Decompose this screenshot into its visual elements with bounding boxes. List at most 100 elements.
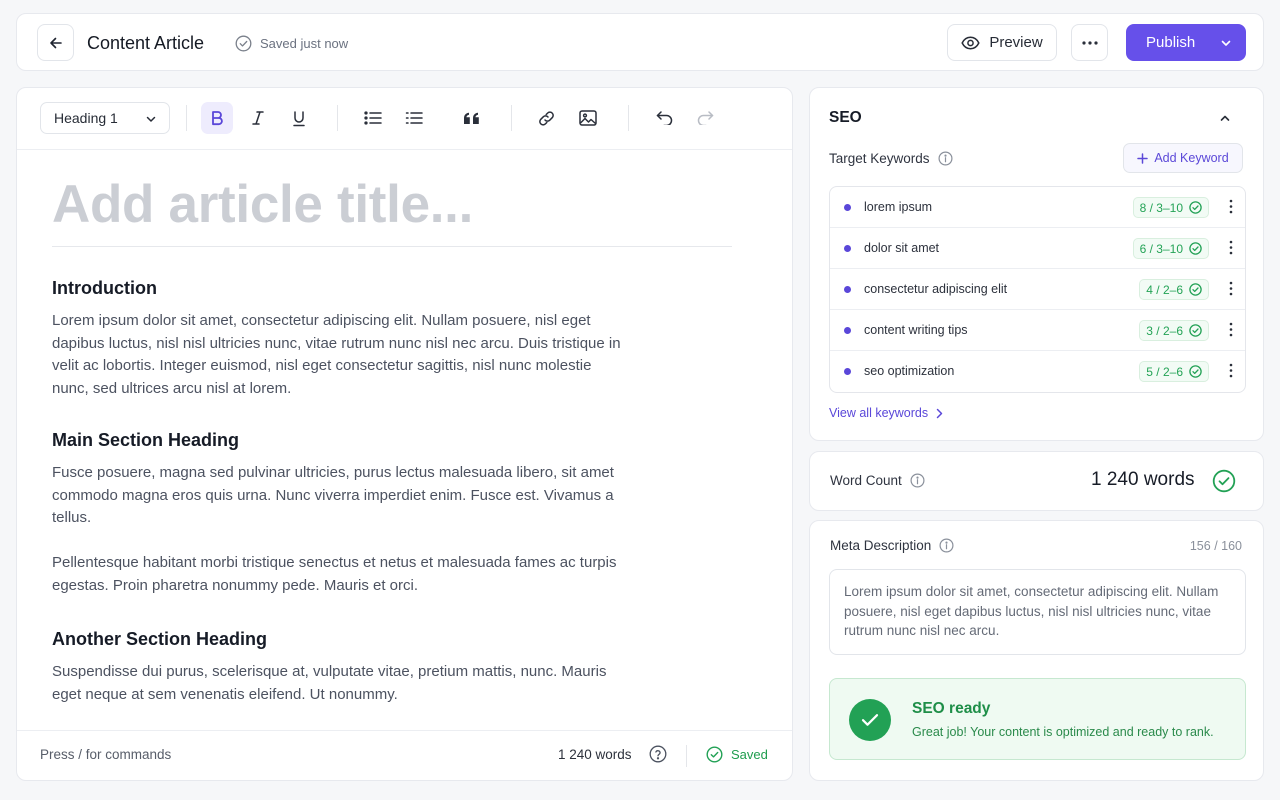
seo-ready-title: SEO ready	[912, 700, 991, 717]
more-horizontal-icon	[1081, 40, 1098, 45]
meta-description-textarea[interactable]: Lorem ipsum dolor sit amet, consectetur …	[829, 569, 1246, 655]
image-button[interactable]	[572, 102, 604, 134]
bold-button[interactable]	[201, 102, 233, 134]
chevron-down-icon[interactable]	[1220, 37, 1232, 49]
more-vertical-icon[interactable]	[1229, 281, 1233, 296]
check-icon	[849, 699, 891, 741]
footer-save-status: Saved	[706, 746, 768, 763]
underline-icon	[292, 110, 306, 127]
more-vertical-icon[interactable]	[1229, 240, 1233, 255]
more-vertical-icon[interactable]	[1229, 363, 1233, 378]
check-circle-icon	[1189, 324, 1202, 337]
section-heading[interactable]: Introduction	[52, 278, 157, 299]
keyword-count: 8 / 3–10	[1139, 200, 1183, 215]
keyword-count-badge: 8 / 3–10	[1132, 197, 1209, 218]
info-icon[interactable]	[910, 473, 925, 488]
block-type-select[interactable]: Heading 1	[40, 102, 170, 134]
paragraph[interactable]: Pellentesque habitant morbi tristique se…	[52, 552, 622, 597]
section-heading[interactable]: Main Section Heading	[52, 430, 239, 451]
underline-button[interactable]	[283, 102, 315, 134]
seo-panel: SEO Target Keywords Add Keyword lorem ip…	[809, 87, 1264, 441]
chevron-up-icon[interactable]	[1219, 112, 1231, 124]
footer-saved-text: Saved	[731, 747, 768, 762]
add-keyword-label: Add Keyword	[1154, 151, 1229, 165]
target-keywords-text: Target Keywords	[829, 151, 930, 166]
keyword-text: dolor sit amet	[864, 241, 940, 255]
paragraph[interactable]: Lorem ipsum dolor sit amet, consectetur …	[52, 310, 622, 400]
more-vertical-icon[interactable]	[1229, 199, 1233, 214]
check-circle-icon	[1189, 242, 1202, 255]
keyword-count-badge: 6 / 3–10	[1132, 238, 1209, 259]
top-bar: Content Article Saved just now Preview P…	[16, 13, 1264, 71]
preview-label: Preview	[989, 34, 1043, 51]
toolbar-divider	[628, 105, 629, 131]
word-count-value: 1 240 words	[1091, 469, 1195, 490]
link-icon	[538, 110, 555, 127]
command-hint: Press / for commands	[40, 747, 172, 762]
keyword-text: lorem ipsum	[864, 200, 933, 214]
document-title: Content Article	[87, 33, 205, 53]
eye-icon	[961, 36, 980, 50]
keyword-dot	[844, 368, 851, 375]
word-count-label: Word Count	[830, 473, 925, 488]
arrow-left-icon	[48, 35, 64, 51]
keyword-dot	[844, 245, 851, 252]
add-keyword-button[interactable]: Add Keyword	[1123, 143, 1243, 173]
bulleted-list-button[interactable]	[357, 102, 389, 134]
keyword-dot	[844, 286, 851, 293]
numbered-list-button[interactable]	[398, 102, 430, 134]
check-circle-icon	[235, 35, 252, 52]
keyword-row[interactable]: dolor sit amet 6 / 3–10	[830, 228, 1245, 269]
view-all-label: View all keywords	[829, 406, 929, 420]
paragraph[interactable]: Fusce posuere, magna sed pulvinar ultric…	[52, 462, 622, 530]
keyword-row[interactable]: seo optimization 5 / 2–6	[830, 351, 1245, 392]
block-type-value: Heading 1	[54, 110, 118, 126]
quote-button[interactable]	[455, 102, 487, 134]
keyword-count-badge: 5 / 2–6	[1139, 361, 1209, 382]
view-all-keywords-link[interactable]: View all keywords	[829, 406, 944, 420]
keyword-row[interactable]: content writing tips 3 / 2–6	[830, 310, 1245, 351]
check-circle-icon	[1212, 469, 1236, 493]
link-button[interactable]	[530, 102, 562, 134]
save-status-text: Saved just now	[260, 36, 349, 51]
more-vertical-icon[interactable]	[1229, 322, 1233, 337]
target-keywords-label: Target Keywords	[829, 151, 953, 166]
article-title-input[interactable]: Add article title...	[52, 174, 473, 235]
meta-description-card: Meta Description 156 / 160 Lorem ipsum d…	[809, 520, 1264, 781]
seo-ready-subtitle: Great job! Your content is optimized and…	[912, 725, 1214, 739]
undo-button[interactable]	[648, 102, 680, 134]
help-circle-icon[interactable]	[649, 745, 667, 763]
check-circle-icon	[1189, 201, 1202, 214]
keyword-count: 6 / 3–10	[1139, 241, 1183, 256]
word-count-card: Word Count 1 240 words	[809, 451, 1264, 511]
keyword-row[interactable]: consectetur adipiscing elit 4 / 2–6	[830, 269, 1245, 310]
seo-panel-title: SEO	[829, 109, 862, 126]
redo-button[interactable]	[689, 102, 721, 134]
keyword-count-badge: 3 / 2–6	[1139, 320, 1209, 341]
keyword-text: seo optimization	[864, 364, 955, 378]
save-status: Saved just now	[235, 35, 348, 52]
toolbar-divider	[511, 105, 512, 131]
keyword-text: content writing tips	[864, 323, 968, 337]
seo-ready-banner: SEO ready Great job! Your content is opt…	[829, 678, 1246, 760]
preview-button[interactable]: Preview	[947, 24, 1057, 61]
bold-icon	[210, 110, 224, 126]
keyword-count-badge: 4 / 2–6	[1139, 279, 1209, 300]
italic-button[interactable]	[242, 102, 274, 134]
chevron-down-icon	[145, 113, 157, 125]
info-icon[interactable]	[938, 151, 953, 166]
keyword-row[interactable]: lorem ipsum 8 / 3–10	[830, 187, 1245, 228]
plus-icon	[1137, 152, 1149, 164]
check-circle-icon	[1189, 365, 1202, 378]
info-icon[interactable]	[939, 538, 954, 553]
more-options-button[interactable]	[1071, 24, 1108, 61]
back-button[interactable]	[37, 24, 74, 61]
section-heading[interactable]: Another Section Heading	[52, 629, 267, 650]
bulleted-list-icon	[364, 111, 382, 125]
footer-word-count: 1 240 words	[558, 747, 632, 762]
keyword-list: lorem ipsum 8 / 3–10 dolor sit amet 6 / …	[829, 186, 1246, 393]
paragraph[interactable]: Suspendisse dui purus, scelerisque at, v…	[52, 661, 622, 706]
check-circle-icon	[706, 746, 723, 763]
redo-icon	[697, 111, 714, 125]
publish-button[interactable]: Publish	[1126, 24, 1246, 61]
